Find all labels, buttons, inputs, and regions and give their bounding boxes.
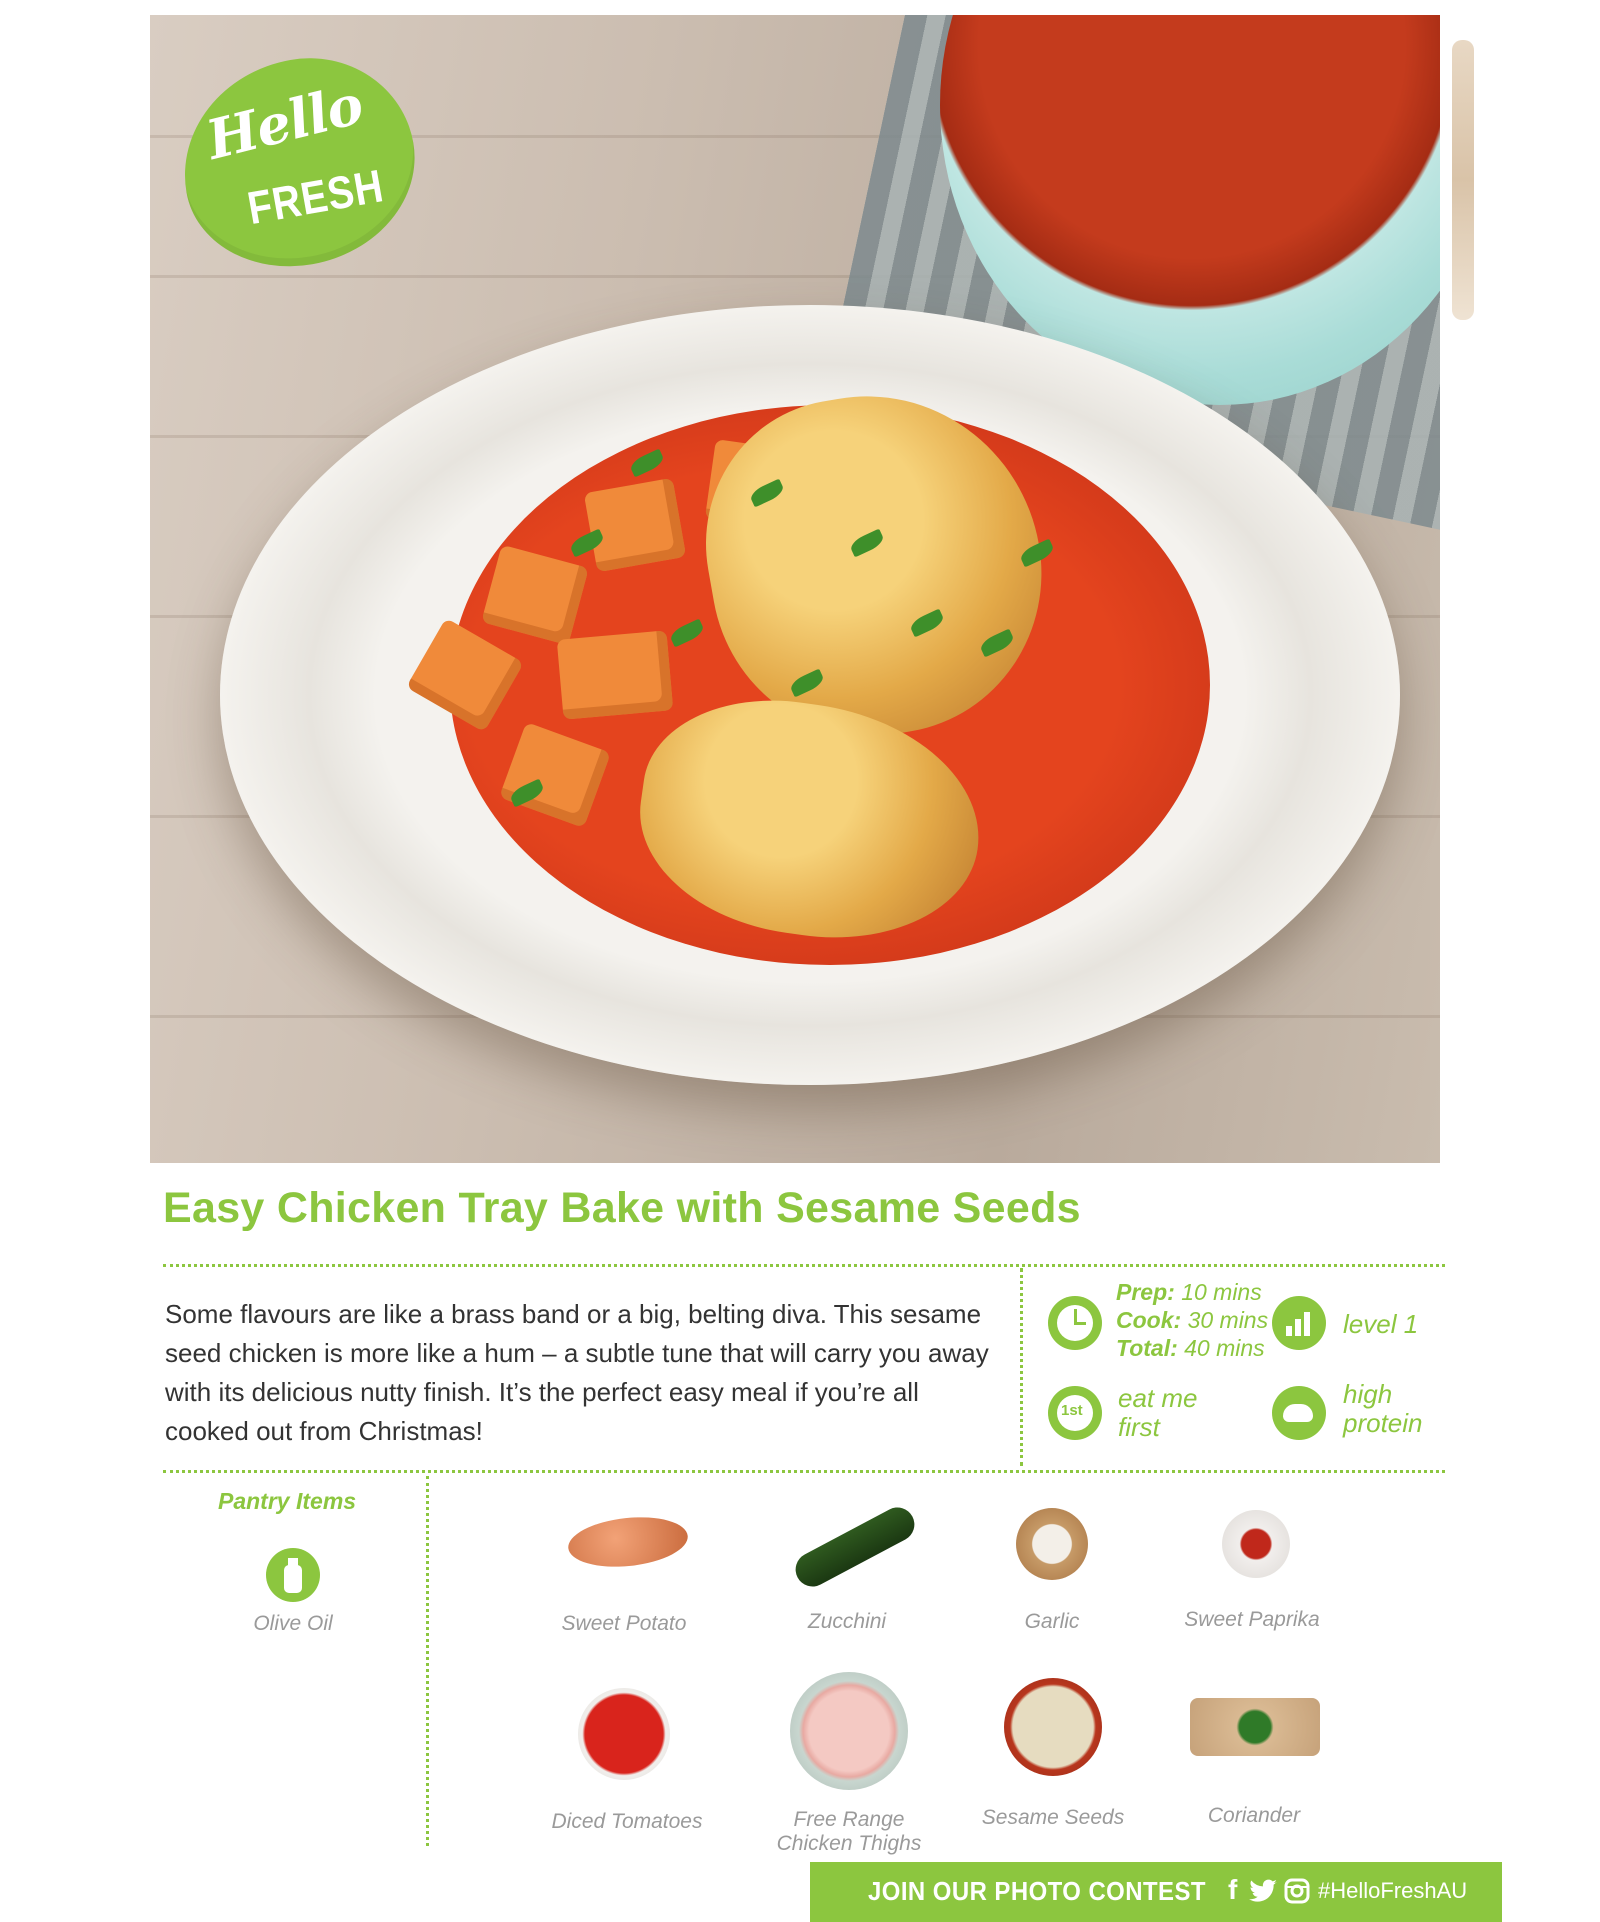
chicken-thighs-image bbox=[790, 1672, 908, 1790]
divider bbox=[426, 1476, 429, 1846]
twitter-icon[interactable] bbox=[1248, 1879, 1278, 1905]
eat-first-label: eat me first bbox=[1118, 1383, 1198, 1442]
divider bbox=[1020, 1268, 1023, 1466]
hashtag[interactable]: #HelloFreshAU bbox=[1318, 1878, 1467, 1904]
ingredient-label: Sweet Potato bbox=[561, 1612, 687, 1635]
ingredient-label: Sesame Seeds bbox=[981, 1806, 1125, 1829]
ingredient-label: Garlic bbox=[1024, 1610, 1080, 1633]
ingredient-label: Free Range Chicken Thighs bbox=[776, 1808, 922, 1855]
clock-icon bbox=[1048, 1296, 1102, 1350]
sweet-potato-image bbox=[565, 1511, 691, 1573]
page-edge-stain bbox=[1452, 40, 1474, 320]
diced-tomatoes-image bbox=[578, 1688, 670, 1780]
divider bbox=[163, 1470, 1445, 1473]
olive-oil-bottle-icon bbox=[266, 1548, 320, 1602]
photo-contest-cta[interactable]: JOIN OUR PHOTO CONTEST bbox=[868, 1876, 1206, 1907]
divider bbox=[163, 1264, 1445, 1267]
ingredient-label: Zucchini bbox=[807, 1610, 887, 1633]
facebook-icon[interactable]: f bbox=[1228, 1874, 1237, 1906]
high-protein-label: high protein bbox=[1343, 1379, 1423, 1438]
coriander-image bbox=[1190, 1698, 1320, 1756]
instagram-icon[interactable] bbox=[1284, 1878, 1310, 1904]
sesame-seeds-image bbox=[1004, 1678, 1102, 1776]
muscle-arm-icon bbox=[1272, 1386, 1326, 1440]
sweet-paprika-image bbox=[1222, 1510, 1290, 1578]
difficulty-bars-icon bbox=[1272, 1296, 1326, 1350]
ingredient-label: Diced Tomatoes bbox=[551, 1810, 703, 1833]
pantry-heading: Pantry Items bbox=[218, 1488, 357, 1514]
total-time: Total: 40 mins bbox=[1116, 1335, 1265, 1361]
pantry-item-label: Olive Oil bbox=[253, 1612, 333, 1635]
recipe-description: Some flavours are like a brass band or a… bbox=[165, 1299, 989, 1446]
photo-contest-banner[interactable]: JOIN OUR PHOTO CONTEST f #HelloFreshAU bbox=[810, 1862, 1502, 1922]
ingredient-label: Sweet Paprika bbox=[1184, 1608, 1320, 1631]
eat-first-icon: 1st bbox=[1048, 1386, 1102, 1440]
prep-time: Prep: 10 mins bbox=[1116, 1279, 1262, 1305]
difficulty-level: level 1 bbox=[1343, 1309, 1419, 1339]
garlic-image bbox=[1016, 1508, 1088, 1580]
recipe-title: Easy Chicken Tray Bake with Sesame Seeds bbox=[163, 1184, 1081, 1232]
ingredient-label: Coriander bbox=[1207, 1804, 1301, 1827]
zucchini-image bbox=[789, 1501, 921, 1593]
cook-time: Cook: 30 mins bbox=[1116, 1307, 1269, 1333]
